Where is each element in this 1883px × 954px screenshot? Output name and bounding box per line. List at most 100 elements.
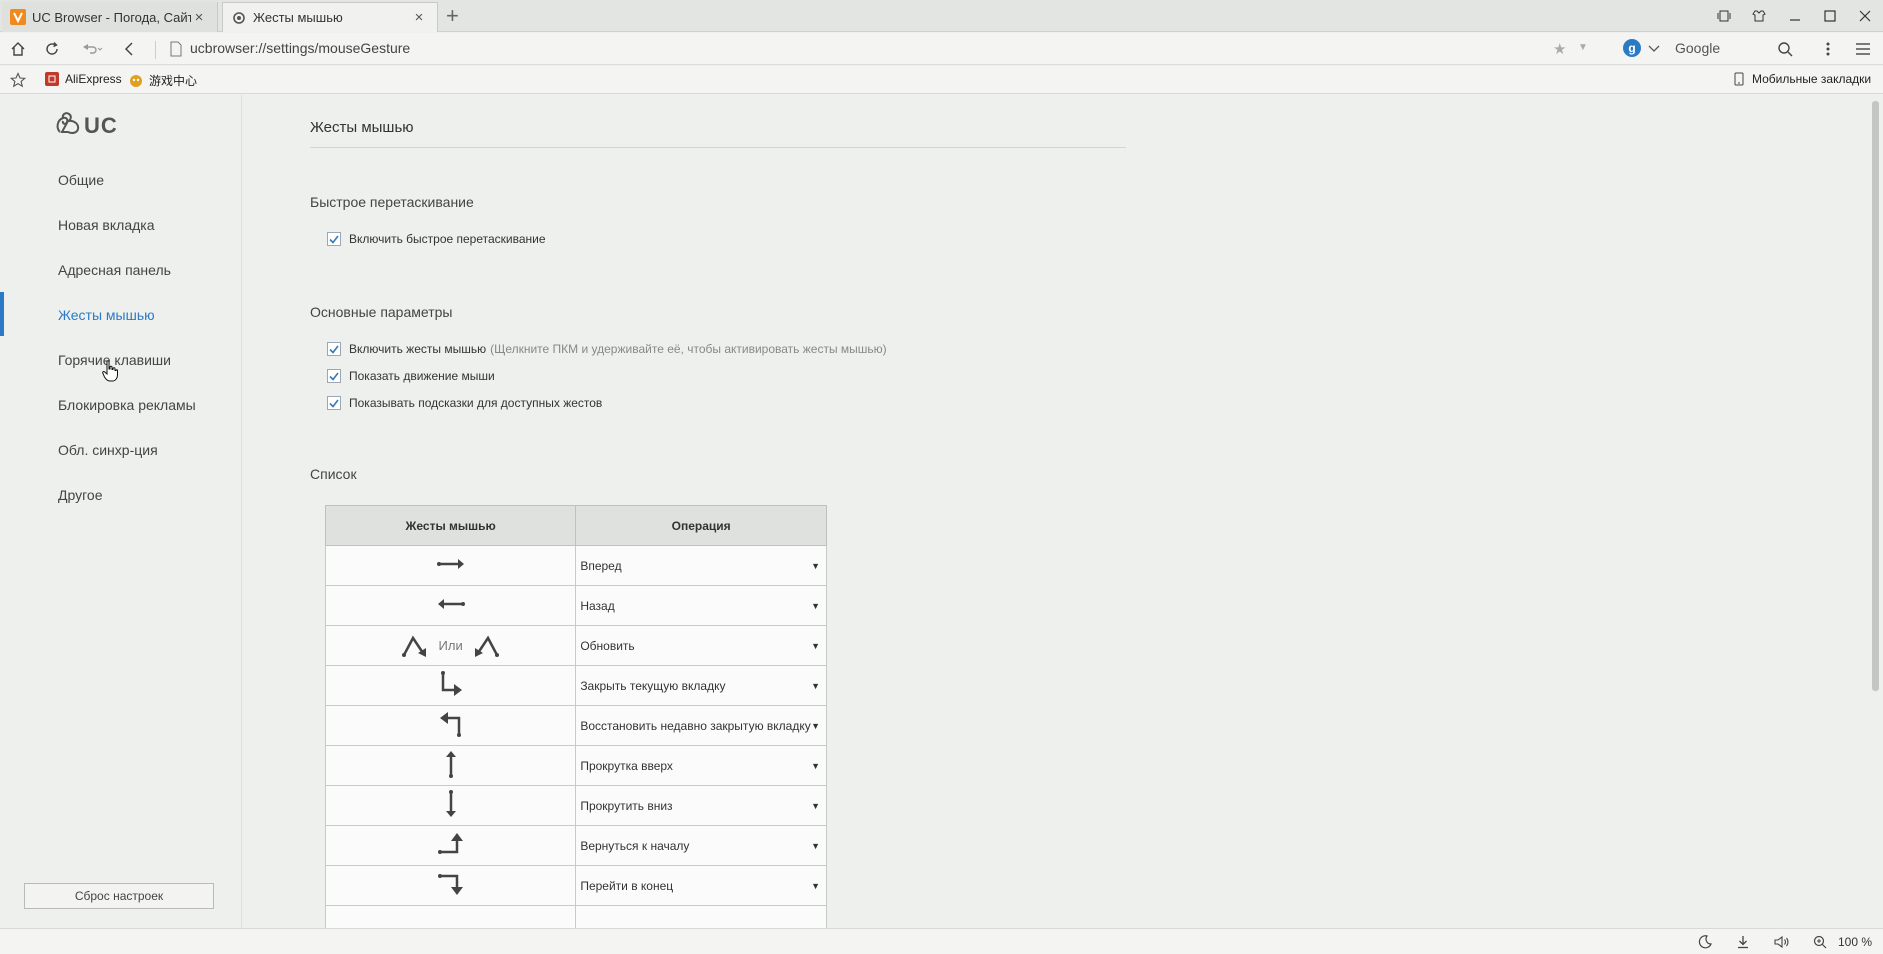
bookmark-star-icon[interactable] <box>9 72 27 91</box>
bookmark-game-center[interactable]: 游戏中心 <box>129 72 197 89</box>
back-icon[interactable] <box>114 33 144 65</box>
dropdown-caret-icon: ▼ <box>811 600 820 611</box>
gesture-cell: Или <box>324 625 577 666</box>
gesture-cell <box>324 705 577 746</box>
operation-dropdown[interactable]: Вернуться к началу ▼ <box>575 825 827 866</box>
sidebar-item-ad-block[interactable]: Блокировка рекламы <box>58 397 196 413</box>
scrollbar-thumb[interactable] <box>1872 101 1879 691</box>
gear-icon <box>231 10 247 26</box>
close-window-icon[interactable] <box>1843 0 1883 32</box>
table-row: Перейти в конец ▼ <box>324 865 827 906</box>
refresh-icon[interactable] <box>37 33 67 65</box>
or-label: Или <box>438 638 463 653</box>
status-bar: 100 % <box>0 928 1883 954</box>
dropdown-caret-icon: ▼ <box>811 640 820 651</box>
option-label: Включить жесты мышью <box>349 342 487 356</box>
uc-browser-favicon-icon <box>10 9 26 25</box>
operation-dropdown[interactable]: Вперед ▼ <box>575 545 827 586</box>
operation-label: Обновить <box>580 638 635 653</box>
operation-dropdown[interactable]: Обновить ▼ <box>575 625 827 666</box>
new-tab-button[interactable]: + <box>446 4 459 28</box>
option-label: Показывать подсказки для доступных жесто… <box>349 396 603 410</box>
gesture-cell <box>324 585 577 626</box>
option-label: Включить быстрое перетаскивание <box>349 232 546 246</box>
zoom-level[interactable]: 100 % <box>1838 935 1872 949</box>
close-tab-icon[interactable]: × <box>411 9 427 26</box>
more-menu-icon[interactable] <box>1813 33 1843 65</box>
tab-bar: UC Browser - Погода, Сайт, Н × Жесты мыш… <box>0 0 1883 32</box>
sidebar-item-other[interactable]: Другое <box>58 487 102 503</box>
table-row: Прокрутка вверх ▼ <box>324 745 827 786</box>
gesture-cell <box>324 745 577 786</box>
operation-label: Прокрутка вверх <box>580 758 673 773</box>
dropdown-caret-icon: ▼ <box>811 760 820 771</box>
option-show-trail[interactable]: Показать движение мыши <box>327 369 495 383</box>
operation-dropdown[interactable]: Перейти в конец ▼ <box>575 865 827 906</box>
operation-dropdown[interactable]: Прокрутить вниз ▼ <box>575 785 827 826</box>
game-center-icon <box>129 74 143 88</box>
sidebar-item-cloud-sync[interactable]: Обл. синхр-ция <box>58 442 158 458</box>
bookmark-label: AliExpress <box>65 72 122 86</box>
mobile-bookmarks-label: Мобильные закладки <box>1752 72 1872 86</box>
vertical-scrollbar[interactable] <box>1868 95 1883 928</box>
night-mode-icon[interactable] <box>1695 933 1715 951</box>
operation-dropdown[interactable]: Восстановить недавно закрытую вкладку ▼ <box>575 705 827 746</box>
option-quick-drag[interactable]: Включить быстрое перетаскивание <box>327 232 546 246</box>
column-header-gesture: Жесты мышью <box>324 505 577 546</box>
download-icon[interactable] <box>1733 933 1753 951</box>
chevron-down-icon[interactable] <box>1648 41 1660 59</box>
operation-label: Перейти в конец <box>580 878 674 893</box>
home-icon[interactable] <box>3 33 33 65</box>
operation-label: Вперед <box>580 558 622 573</box>
operation-label: Прокрутить вниз <box>580 798 673 813</box>
right-down-icon <box>437 874 463 895</box>
aliexpress-icon <box>45 72 59 86</box>
table-row: Закрыть текущую вкладку ▼ <box>324 665 827 706</box>
gesture-table: Жесты мышью Операция Вперед ▼ Назад ▼ Ил… <box>324 505 827 946</box>
operation-label: Вернуться к началу <box>580 838 690 853</box>
volume-icon[interactable] <box>1772 933 1792 951</box>
search-icon[interactable] <box>1770 33 1800 65</box>
sidebar-item-general[interactable]: Общие <box>58 172 104 188</box>
tab-mouse-gestures[interactable]: Жесты мышью × <box>222 2 438 32</box>
operation-dropdown[interactable]: Прокрутка вверх ▼ <box>575 745 827 786</box>
up-left-icon <box>439 712 461 737</box>
page-icon <box>170 41 182 62</box>
search-engine-label: Google <box>1675 40 1721 56</box>
bookmark-label: 游戏中心 <box>149 74 198 88</box>
tab-uc-browser[interactable]: UC Browser - Погода, Сайт, Н × <box>2 2 218 32</box>
operation-dropdown[interactable]: Назад ▼ <box>575 585 827 626</box>
close-tab-icon[interactable]: × <box>191 9 207 26</box>
chevron-down-icon[interactable]: ▼ <box>1578 42 1588 53</box>
checkbox-checked[interactable] <box>327 342 341 356</box>
zoom-icon[interactable] <box>1810 933 1830 951</box>
reset-settings-button[interactable]: Сброс настроек <box>24 883 214 909</box>
sidebar-item-new-tab[interactable]: Новая вкладка <box>58 217 155 233</box>
mobile-bookmarks[interactable]: Мобильные закладки <box>1732 72 1871 86</box>
hamburger-menu-icon[interactable] <box>1848 33 1878 65</box>
down-up-icon <box>475 635 500 657</box>
address-bar[interactable]: ucbrowser://settings/mouseGesture ★ ▼ <box>160 37 1588 62</box>
star-icon[interactable]: ★ <box>1553 40 1566 58</box>
table-row: Назад ▼ <box>324 585 827 626</box>
section-basic-title: Основные параметры <box>310 304 453 320</box>
gesture-cell <box>324 665 577 706</box>
sidebar-item-address-bar[interactable]: Адресная панель <box>58 262 171 278</box>
checkbox-checked[interactable] <box>327 396 341 410</box>
squirrel-logo-icon <box>54 110 82 141</box>
option-enable-gestures[interactable]: Включить жесты мышью (Щелкните ПКМ и уде… <box>327 342 887 356</box>
option-show-hints[interactable]: Показывать подсказки для доступных жесто… <box>327 396 602 410</box>
google-icon: g <box>1623 39 1641 62</box>
address-separator <box>155 41 156 59</box>
hand-cursor-icon <box>102 360 118 387</box>
checkbox-checked[interactable] <box>327 232 341 246</box>
sidebar-item-mouse-gestures[interactable]: Жесты мышью <box>58 307 155 323</box>
operation-dropdown[interactable]: Закрыть текущую вкладку ▼ <box>575 665 827 706</box>
undo-close-icon[interactable] <box>72 33 112 65</box>
mobile-phone-icon <box>1732 72 1746 86</box>
bookmark-aliexpress[interactable]: AliExpress <box>45 72 122 86</box>
right-up-icon <box>437 833 463 854</box>
search-box[interactable]: g Google <box>1620 37 1790 61</box>
checkbox-checked[interactable] <box>327 369 341 383</box>
bookmarks-bar: AliExpress 游戏中心 Мобильные закладки <box>0 66 1883 94</box>
